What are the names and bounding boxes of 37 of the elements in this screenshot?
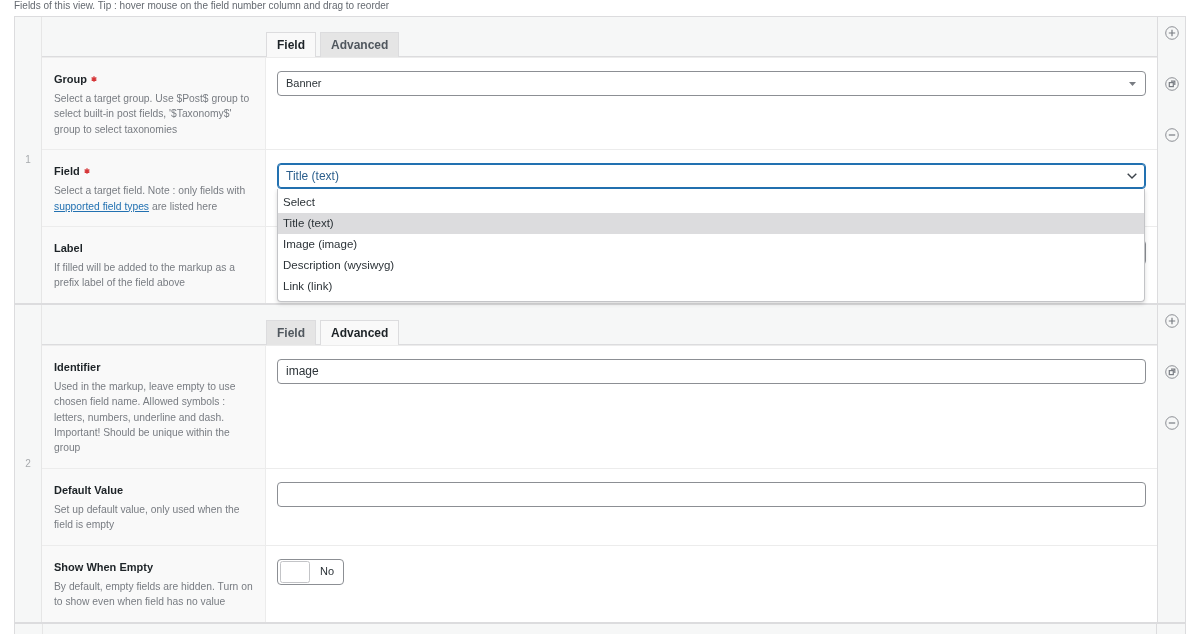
setting-description: Select a target field. Note : only fields with supported field types are listed here: [54, 184, 247, 214]
text-input-field[interactable]: [277, 481, 1146, 507]
setting-label: Identifier: [54, 359, 101, 375]
settings-tab[interactable]: Advanced: [320, 32, 400, 57]
setting-label: Label: [54, 241, 83, 257]
copy-icon[interactable]: [1164, 364, 1179, 379]
settings-tab[interactable]: Field: [266, 32, 316, 57]
dropdown-option[interactable]: Select: [278, 192, 1144, 214]
caret-icon: [1129, 81, 1136, 86]
setting-label: Group: [54, 72, 87, 87]
setting-label: Default Value: [54, 482, 124, 498]
copy-icon[interactable]: [1164, 77, 1179, 91]
chevron-down-icon: [1127, 173, 1137, 180]
settings-tab[interactable]: Field: [266, 319, 316, 345]
setting-description: By default, empty fields are hidden. Turn on to show even when field has no value: [54, 579, 254, 610]
setting-description: Used in the markup, leave empty to use chosen field name. Allowed symbols : letters, numbers, underline and dash. Important! Should be unique within the group: [54, 379, 237, 456]
minus-circle-icon[interactable]: [1164, 415, 1179, 430]
dropdown-option[interactable]: Title (text): [278, 213, 1144, 235]
group-select[interactable]: Banner: [277, 71, 1146, 96]
setting-label: Show When Empty: [54, 559, 153, 575]
supported-field-types-link[interactable]: supported field types: [54, 200, 150, 212]
settings-tab[interactable]: Advanced: [320, 319, 400, 345]
hint-text: Fields of this view. Tip : hover mouse on the field number column and drag to reorder: [14, 0, 390, 12]
plus-circle-icon[interactable]: [1164, 26, 1179, 40]
dropdown-option[interactable]: Description (wysiwyg): [278, 255, 1144, 277]
toggle-knob-icon: [280, 560, 310, 583]
field-select[interactable]: Title (text): [277, 163, 1146, 190]
dropdown-option[interactable]: Link (link): [278, 276, 1144, 298]
minus-circle-icon[interactable]: [1164, 128, 1179, 142]
dropdown-option[interactable]: Image (image): [278, 234, 1144, 256]
setting-description: Set up default value, only used when the field is empty: [54, 502, 241, 533]
plus-circle-icon[interactable]: [1164, 313, 1179, 328]
text-input-field[interactable]: image: [277, 358, 1146, 384]
setting-description: If filled will be added to the markup as a prefix label of the field above: [54, 261, 236, 291]
toggle-switch[interactable]: No: [277, 558, 344, 585]
setting-description: Select a target group. Use $Post$ group to select built-in post fields, '$Taxonomy$' group to select taxonomies: [54, 92, 251, 137]
setting-label: Field: [54, 164, 80, 180]
